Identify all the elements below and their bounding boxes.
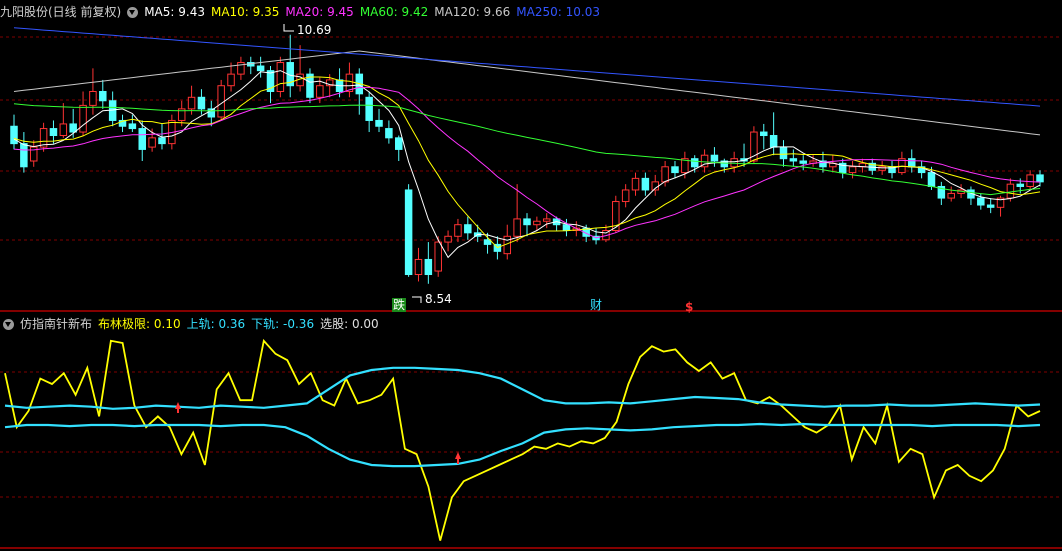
candle-body — [661, 166, 669, 183]
candle-body — [690, 158, 699, 168]
stock-select-label: 选股: 0.00 — [320, 317, 379, 331]
ma250-label: MA250: 10.03 — [516, 5, 600, 19]
candle-body — [158, 137, 166, 145]
candle-body — [434, 241, 442, 272]
candle-body — [10, 125, 18, 145]
chevron-down-icon[interactable] — [3, 318, 14, 330]
ma10-label: MA10: 9.35 — [210, 5, 280, 19]
candle-body — [79, 104, 87, 133]
candle-body — [276, 62, 285, 93]
upper-band-label: 上轨: 0.36 — [186, 317, 246, 331]
ma60-label: MA60: 9.42 — [359, 5, 429, 19]
stock-title: 九阳股份(日线 前复权) — [0, 5, 122, 19]
candle-body — [779, 146, 788, 160]
candle-body — [454, 224, 462, 237]
candle-body — [227, 73, 235, 87]
ma250-line — [13, 27, 1041, 107]
candle-body — [1016, 183, 1025, 187]
main-chart-legend: 九阳股份(日线 前复权) MA5: 9.43 MA10: 9.35 MA20: … — [0, 3, 606, 21]
candle-body — [148, 137, 156, 148]
candle-body — [533, 220, 541, 226]
candle-body — [59, 123, 68, 137]
candle-body — [49, 128, 58, 137]
buy-signal-arrow — [455, 452, 461, 459]
candle-body — [385, 128, 393, 139]
buy-signal-arrow — [175, 402, 181, 409]
candle-body — [375, 119, 383, 127]
chevron-down-icon[interactable] — [127, 6, 139, 18]
candle-body — [365, 96, 373, 121]
high-price-annotation: 10.69 — [283, 23, 331, 37]
ma5-label: MA5: 9.43 — [144, 5, 205, 19]
candle-body — [89, 91, 97, 106]
marker-cai[interactable]: 财 — [590, 298, 602, 312]
candle-body — [631, 177, 640, 191]
candle-body — [513, 218, 521, 237]
signal-arrows — [175, 402, 461, 464]
grid-lines — [0, 36, 1062, 498]
candle-body — [316, 85, 324, 98]
candle-body — [128, 123, 137, 130]
candle-body — [20, 143, 28, 168]
candle-body — [977, 197, 985, 206]
stock-chart-canvas[interactable]: 10.69 8.54 — [0, 0, 1062, 551]
candle-body — [710, 154, 719, 162]
ma120-label: MA120: 9.66 — [434, 5, 511, 19]
candle-body — [986, 204, 995, 208]
indicator-lines — [4, 338, 1041, 541]
bollinger-limit-line — [4, 338, 1041, 541]
ma20-label: MA20: 9.45 — [285, 5, 354, 19]
candle-body — [671, 166, 679, 174]
candle-body — [789, 158, 798, 162]
candle-body — [424, 258, 433, 276]
marker-dollar[interactable]: $ — [685, 300, 693, 314]
candle-body — [464, 224, 472, 234]
candle-body — [69, 123, 77, 133]
candle-body — [444, 235, 452, 243]
candle-body — [138, 128, 146, 150]
candle-body — [542, 218, 551, 222]
candle-body — [1006, 183, 1015, 199]
candle-body — [730, 158, 738, 168]
candle-body — [395, 137, 403, 150]
low-price-label: 8.54 — [425, 292, 452, 306]
indicator-legend: 仿指南针新布 布林极限: 0.10 上轨: 0.36 下轨: -0.36 选股:… — [0, 315, 385, 333]
low-price-annotation: 8.54 — [412, 292, 452, 306]
candle-body — [848, 166, 857, 174]
candle-body — [1026, 174, 1034, 187]
ma120-line — [13, 50, 1041, 136]
marker-die[interactable]: 跌 — [392, 298, 407, 312]
candle-body — [1036, 174, 1044, 183]
candle-body — [927, 172, 936, 187]
candle-body — [760, 131, 768, 137]
candle-body — [769, 135, 778, 148]
candle-body — [908, 158, 916, 168]
bollinger-limit-label: 布林极限: 0.10 — [98, 317, 181, 331]
candle-body — [523, 218, 531, 226]
upper-band-line — [4, 366, 1041, 410]
candle-body — [197, 96, 206, 110]
candle-body — [799, 160, 807, 164]
candle-body — [641, 177, 650, 191]
high-price-label: 10.69 — [297, 23, 331, 37]
candle-body — [99, 91, 107, 102]
lower-band-label: 下轨: -0.36 — [251, 317, 315, 331]
lower-band-line — [4, 422, 1041, 468]
candle-body — [414, 258, 423, 276]
candle-body — [947, 192, 955, 199]
ma60-line — [13, 103, 1041, 196]
candle-body — [256, 65, 265, 72]
candle-body — [187, 96, 196, 110]
candle-body — [404, 189, 413, 276]
candle-body — [621, 189, 630, 203]
indicator-title: 仿指南针新布 — [20, 317, 93, 331]
candle-body — [562, 224, 571, 231]
